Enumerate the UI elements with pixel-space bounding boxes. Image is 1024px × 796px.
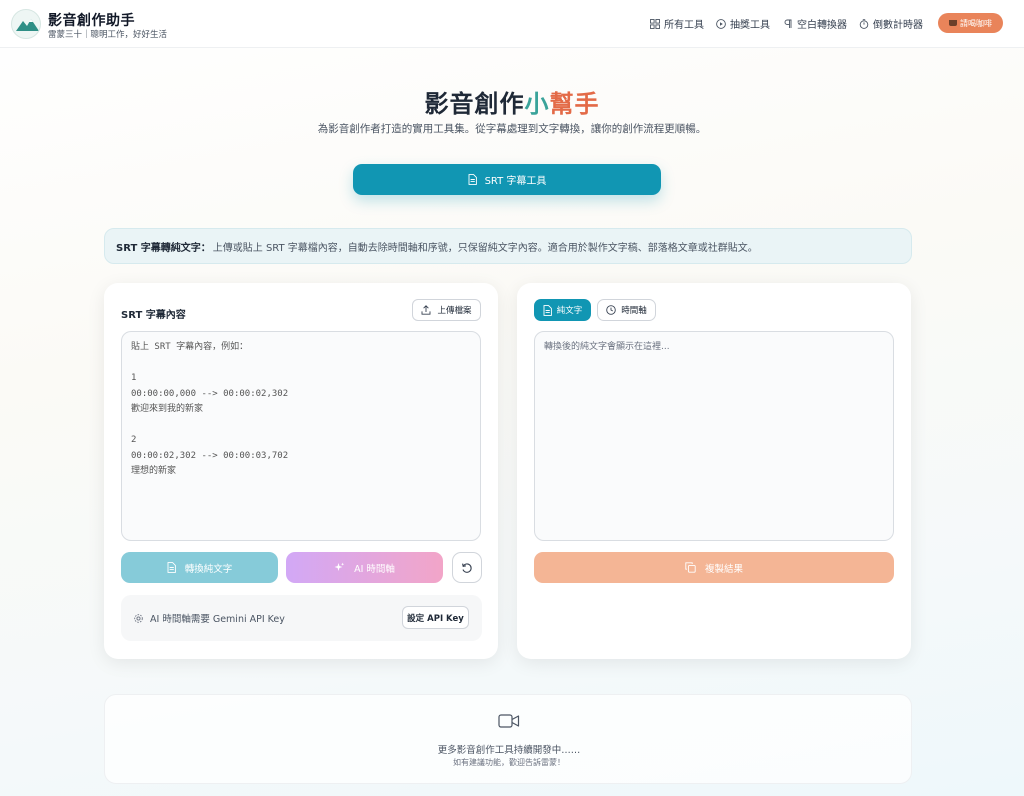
coming-soon-text: 更多影音創作工具持續開發中…… [437,745,581,756]
reset-button[interactable] [452,552,482,583]
suggestion-text: 如有建議功能，歡迎告訴雷蒙！ [453,758,565,767]
page-title-part2: 小 [524,90,550,118]
gear-icon [134,613,143,623]
srt-input-label: SRT 字幕內容 [121,310,186,321]
brand-title[interactable]: 影音創作助手 [48,10,135,30]
nav-all-tools-label: 所有工具 [664,20,704,31]
nav-space-converter[interactable]: 空白轉換器 [783,16,847,31]
top-header: 影音創作助手 雷蒙三十｜聰明工作，好好生活 所有工具 抽獎工具 空白轉換器 倒數… [0,0,1024,48]
page-subtitle: 為影音創作者打造的實用工具集。從字幕處理到文字轉換，讓你的創作流程更順暢。 [317,123,707,135]
output-textarea[interactable]: 轉換後的純文字會顯示在這裡... [534,331,894,541]
upload-file-label: 上傳檔案 [437,306,472,316]
brand-subtitle: 雷蒙三十｜聰明工作，好好生活 [48,30,168,40]
mountain-logo-icon [16,19,39,31]
set-api-key-label: 設定 API Key [407,613,464,624]
copy-result-button[interactable]: 複製結果 [534,552,894,583]
play-circle-icon [716,18,726,29]
nav-lottery[interactable]: 抽獎工具 [716,16,770,31]
tab-srt-tool-label: SRT 字幕工具 [484,176,547,187]
nav-all-tools[interactable]: 所有工具 [650,16,704,31]
copy-result-label: 複製結果 [704,563,743,575]
info-banner-label: SRT 字幕轉純文字： [116,242,211,254]
pilcrow-icon [784,19,792,28]
copy-icon [685,562,696,573]
sparkles-icon [334,562,345,571]
srt-input-card: SRT 字幕內容 上傳檔案 貼上 SRT 字幕內容，例如： 1 00:00:00… [104,283,498,659]
ai-timeline-label: AI 時間軸 [354,563,395,575]
output-card: 純文字 時間軸 轉換後的純文字會顯示在這裡... 複製結果 [517,283,911,659]
clock-icon [606,305,616,315]
tab-plain-text-label: 純文字 [556,306,583,316]
page-title-part1: 影音創作 [424,90,525,118]
info-banner-text: 上傳或貼上 SRT 字幕檔內容，自動去除時間軸和序號，只保留純文字內容。適合用於… [212,242,758,254]
timer-icon [859,18,869,29]
page-title-part3: 幫手 [549,90,600,118]
upload-icon [422,305,431,315]
nav-space-converter-label: 空白轉換器 [797,20,847,31]
video-icon [498,713,520,733]
convert-plain-text-button[interactable]: 轉換純文字 [121,552,278,583]
grid-icon [650,18,660,29]
tab-srt-tool[interactable]: SRT 字幕工具 [353,164,661,195]
file-text-icon [167,562,176,573]
srt-input-textarea[interactable]: 貼上 SRT 字幕內容，例如： 1 00:00:00,000 --> 00:00… [121,331,481,541]
ai-timeline-button[interactable]: AI 時間軸 [286,552,443,583]
tab-timeline[interactable]: 時間軸 [597,299,656,321]
nav-countdown[interactable]: 倒數計時器 [859,16,923,31]
coffee-cup-icon [949,20,957,26]
buy-coffee-button[interactable]: 請喝咖啡 [938,13,1003,33]
info-banner: SRT 字幕轉純文字： 上傳或貼上 SRT 字幕檔內容，自動去除時間軸和序號，只… [104,228,912,264]
upload-file-button[interactable]: 上傳檔案 [412,299,481,321]
file-text-icon [543,304,552,316]
set-api-key-button[interactable]: 設定 API Key [402,606,469,629]
tab-timeline-label: 時間軸 [621,306,647,316]
coming-soon-card: 更多影音創作工具持續開發中…… 如有建議功能，歡迎告訴雷蒙！ [104,694,912,784]
api-key-notice: AI 時間軸需要 Gemini API Key 設定 API Key [121,595,482,641]
api-key-notice-text: AI 時間軸需要 Gemini API Key [150,614,285,625]
brand-logo[interactable] [11,9,41,39]
convert-plain-text-label: 轉換純文字 [184,563,233,575]
nav-lottery-label: 抽獎工具 [730,20,770,31]
file-text-icon [468,174,477,185]
page-title: 影音創作小幫手 [0,84,1024,119]
nav-countdown-label: 倒數計時器 [873,20,923,31]
rotate-ccw-icon [462,562,472,573]
tab-plain-text[interactable]: 純文字 [534,299,591,321]
buy-coffee-label: 請喝咖啡 [960,18,992,28]
